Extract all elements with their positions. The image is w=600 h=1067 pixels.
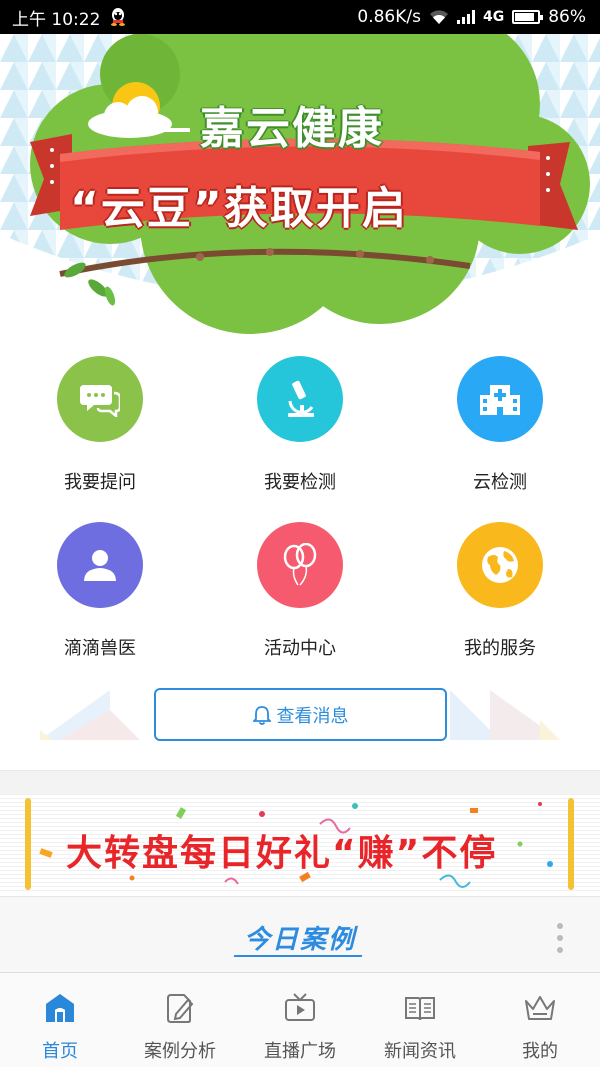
chat-bubbles-icon	[80, 385, 120, 417]
user-icon	[84, 550, 116, 581]
grid-item-test[interactable]: 我要检测	[200, 350, 400, 500]
today-cases-title: 今日案例	[243, 925, 356, 955]
network-speed: 0.86K/s	[357, 7, 421, 27]
status-bar: 上午 10:22 0.86K/s 4G 86%	[0, 0, 600, 34]
nav-tab-case-analysis[interactable]: 案例分析	[120, 973, 240, 1067]
banner-ribbon-text: “云豆”获取开启	[70, 183, 408, 234]
nav-tab-live[interactable]: 直播广场	[240, 973, 360, 1067]
grid-icon-circle	[457, 522, 543, 608]
grid-label: 我的服务	[464, 638, 536, 659]
book-icon	[403, 991, 437, 1025]
status-time: 上午 10:22	[12, 9, 101, 30]
lottery-banner[interactable]: 大转盘每日好礼“赚”不停	[0, 794, 600, 894]
nav-tab-news[interactable]: 新闻资讯	[360, 973, 480, 1067]
wifi-icon	[429, 10, 448, 24]
view-messages-label: 查看消息	[276, 705, 349, 727]
more-vertical-icon[interactable]	[556, 923, 564, 953]
status-right: 0.86K/s 4G 86%	[357, 7, 586, 27]
section-divider	[0, 770, 600, 794]
app-screen: 上午 10:22 0.86K/s 4G 86% 嘉云健康 “云豆”获取开启 我要…	[0, 0, 600, 1067]
home-icon	[43, 991, 77, 1025]
battery-percent: 86%	[548, 7, 586, 27]
network-type: 4G	[482, 9, 505, 25]
grid-icon-circle	[57, 356, 143, 442]
nav-label: 直播广场	[264, 1041, 336, 1062]
nav-tab-mine[interactable]: 我的	[480, 973, 600, 1067]
signal-icon	[456, 10, 475, 24]
grid-icon-circle	[457, 356, 543, 442]
grid-item-service[interactable]: 我的服务	[400, 516, 600, 666]
grid-item-vet[interactable]: 滴滴兽医	[0, 516, 200, 666]
microscope-icon	[288, 380, 314, 417]
bottom-nav: 首页 案例分析 直播广场 新闻资讯 我的	[0, 972, 600, 1067]
tv-icon	[283, 991, 317, 1025]
title-underline	[233, 955, 363, 957]
grid-item-ask[interactable]: 我要提问	[0, 350, 200, 500]
nav-label: 新闻资讯	[384, 1041, 456, 1062]
grid-label: 云检测	[473, 472, 527, 493]
battery-fill	[515, 13, 535, 21]
crown-icon	[523, 991, 557, 1025]
battery-icon	[512, 10, 544, 24]
grid-item-cloud-test[interactable]: 云检测	[400, 350, 600, 500]
grid-label: 滴滴兽医	[64, 638, 136, 659]
edit-doc-icon	[163, 991, 197, 1025]
grid-label: 我要提问	[64, 472, 136, 493]
bell-icon	[252, 705, 271, 725]
grid-icon-circle	[257, 356, 343, 442]
today-cases-header: 今日案例	[0, 896, 600, 972]
promo-banner[interactable]: 嘉云健康 “云豆”获取开启	[0, 34, 600, 334]
banner-title: 嘉云健康	[200, 103, 384, 154]
lottery-banner-text: 大转盘每日好礼“赚”不停	[66, 833, 498, 874]
status-left: 上午 10:22	[12, 5, 126, 30]
view-messages-button[interactable]: 查看消息	[154, 688, 447, 741]
qq-icon	[111, 8, 126, 26]
nav-tab-home[interactable]: 首页	[0, 973, 120, 1067]
grid-label: 活动中心	[264, 638, 336, 659]
nav-label: 我的	[522, 1041, 558, 1062]
hospital-icon	[480, 385, 520, 415]
feature-grid: 我要提问 我要检测 云检测 滴滴兽医 活动中心 我的服务	[0, 350, 600, 670]
grid-icon-circle	[57, 522, 143, 608]
balloons-icon	[283, 543, 317, 586]
nav-label: 首页	[42, 1041, 78, 1062]
grid-label: 我要检测	[264, 472, 336, 493]
grid-icon-circle	[257, 522, 343, 608]
grid-item-activity[interactable]: 活动中心	[200, 516, 400, 666]
nav-label: 案例分析	[144, 1041, 216, 1062]
globe-icon	[482, 547, 518, 583]
